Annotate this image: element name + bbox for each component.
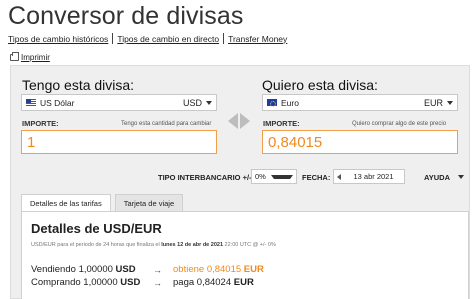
buy-conversion-line: Comprando 1,00000 USD → paga 0,84024 EUR xyxy=(31,277,254,288)
interbank-rate-value: 0% xyxy=(255,172,266,181)
interbank-rate-label: TIPO INTERBANCARIO +/- xyxy=(158,173,252,182)
sell-lhs: Vendiendo 1,00000 USD xyxy=(31,264,153,275)
to-currency-name: Euro xyxy=(281,97,299,108)
buy-result-value: 0,84024 xyxy=(196,277,232,288)
buy-lhs: Comprando 1,00000 USD xyxy=(31,277,153,288)
buy-result-verb: paga xyxy=(173,277,195,288)
from-currency-name: US Dólar xyxy=(40,97,75,108)
print-label: Imprimir xyxy=(21,53,50,62)
help-link[interactable]: AYUDA xyxy=(424,173,450,182)
tab-rate-details[interactable]: Detalles de las tarifas xyxy=(21,194,111,212)
sell-amount: 1,00000 xyxy=(78,264,113,275)
tab-travel-card[interactable]: Tarjeta de viaje xyxy=(114,194,184,211)
date-value: 13 abr 2021 xyxy=(353,172,394,181)
subnav-historical-rates[interactable]: Tipos de cambio históricos xyxy=(8,34,108,44)
page-title: Conversor de divisas xyxy=(8,2,244,30)
details-tabs: Detalles de las tarifas Tarjeta de viaje xyxy=(21,194,187,212)
chevron-down-icon xyxy=(447,100,453,105)
from-currency-select[interactable]: US Dólar USD xyxy=(21,94,217,111)
options-row: TIPO INTERBANCARIO +/- 0% FECHA: 13 abr … xyxy=(11,169,471,184)
to-amount-label: IMPORTE: xyxy=(263,119,300,128)
date-label: FECHA: xyxy=(302,173,331,182)
us-flag-icon xyxy=(26,99,36,106)
from-amount-label: IMPORTE: xyxy=(22,119,59,128)
arrow-right-icon: → xyxy=(153,264,162,275)
sell-verb: Vendiendo xyxy=(31,264,76,275)
chevron-down-icon xyxy=(271,174,293,179)
subnav: Tipos de cambio históricos Tipos de camb… xyxy=(8,33,287,44)
subnav-live-rates[interactable]: Tipos de cambio en directo xyxy=(117,34,219,44)
chevron-down-icon[interactable] xyxy=(458,175,464,179)
from-amount-input[interactable]: 1 xyxy=(21,130,217,154)
arrow-right-icon: → xyxy=(153,277,162,288)
from-currency-code: USD xyxy=(182,97,202,108)
from-currency-heading: Tengo esta divisa: xyxy=(22,77,135,93)
buy-verb: Comprando xyxy=(31,277,81,288)
arrow-right-icon xyxy=(240,113,250,129)
details-note-prefix: USD/EUR para el periodo de 24 horas que … xyxy=(31,242,160,248)
subnav-separator xyxy=(223,33,225,44)
previous-date-icon[interactable] xyxy=(337,173,341,180)
sell-result-verb: obtiene xyxy=(173,264,205,275)
interbank-rate-select[interactable]: 0% xyxy=(251,169,297,184)
buy-code-from: USD xyxy=(120,277,141,288)
from-amount-hint: Tengo esta cantidad para cambiar xyxy=(121,121,212,127)
to-amount-input[interactable]: 0,84015 xyxy=(262,130,458,154)
sell-result: obtiene 0,84015 EUR xyxy=(173,264,264,275)
to-amount-hint: Quiero comprar algo de este precio xyxy=(352,121,447,127)
printer-icon xyxy=(10,52,19,61)
print-link[interactable]: Imprimir xyxy=(10,52,50,62)
chevron-down-icon xyxy=(206,100,212,105)
buy-result: paga 0,84024 EUR xyxy=(173,277,254,288)
converter-panel: Tengo esta divisa: Quiero esta divisa: U… xyxy=(10,65,470,299)
to-currency-select[interactable]: Euro EUR xyxy=(262,94,458,111)
details-note: USD/EUR para el periodo de 24 horas que … xyxy=(31,242,276,248)
details-note-date: lunes 12 de abr de 2021 xyxy=(161,242,224,248)
sell-conversion-line: Vendiendo 1,00000 USD → obtiene 0,84015 … xyxy=(31,264,264,275)
details-note-suffix: 22:00 UTC @ +/- 0% xyxy=(224,242,276,248)
buy-code-to: EUR xyxy=(233,277,254,288)
eu-flag-icon xyxy=(267,99,277,107)
sell-code-from: USD xyxy=(115,264,136,275)
sell-result-value: 0,84015 xyxy=(206,264,242,275)
to-currency-code: EUR xyxy=(423,97,443,108)
date-picker[interactable]: 13 abr 2021 xyxy=(333,169,405,184)
swap-currencies-button[interactable] xyxy=(226,112,252,130)
arrow-left-icon xyxy=(228,113,238,129)
sell-code-to: EUR xyxy=(243,264,264,275)
to-currency-heading: Quiero esta divisa: xyxy=(262,77,378,93)
subnav-separator xyxy=(112,33,114,44)
details-title: Detalles de USD/EUR xyxy=(31,221,162,236)
rate-details-panel: Detalles de USD/EUR USD/EUR para el peri… xyxy=(21,211,469,299)
buy-amount: 1,00000 xyxy=(83,277,118,288)
subnav-transfer-money[interactable]: Transfer Money xyxy=(228,34,287,44)
